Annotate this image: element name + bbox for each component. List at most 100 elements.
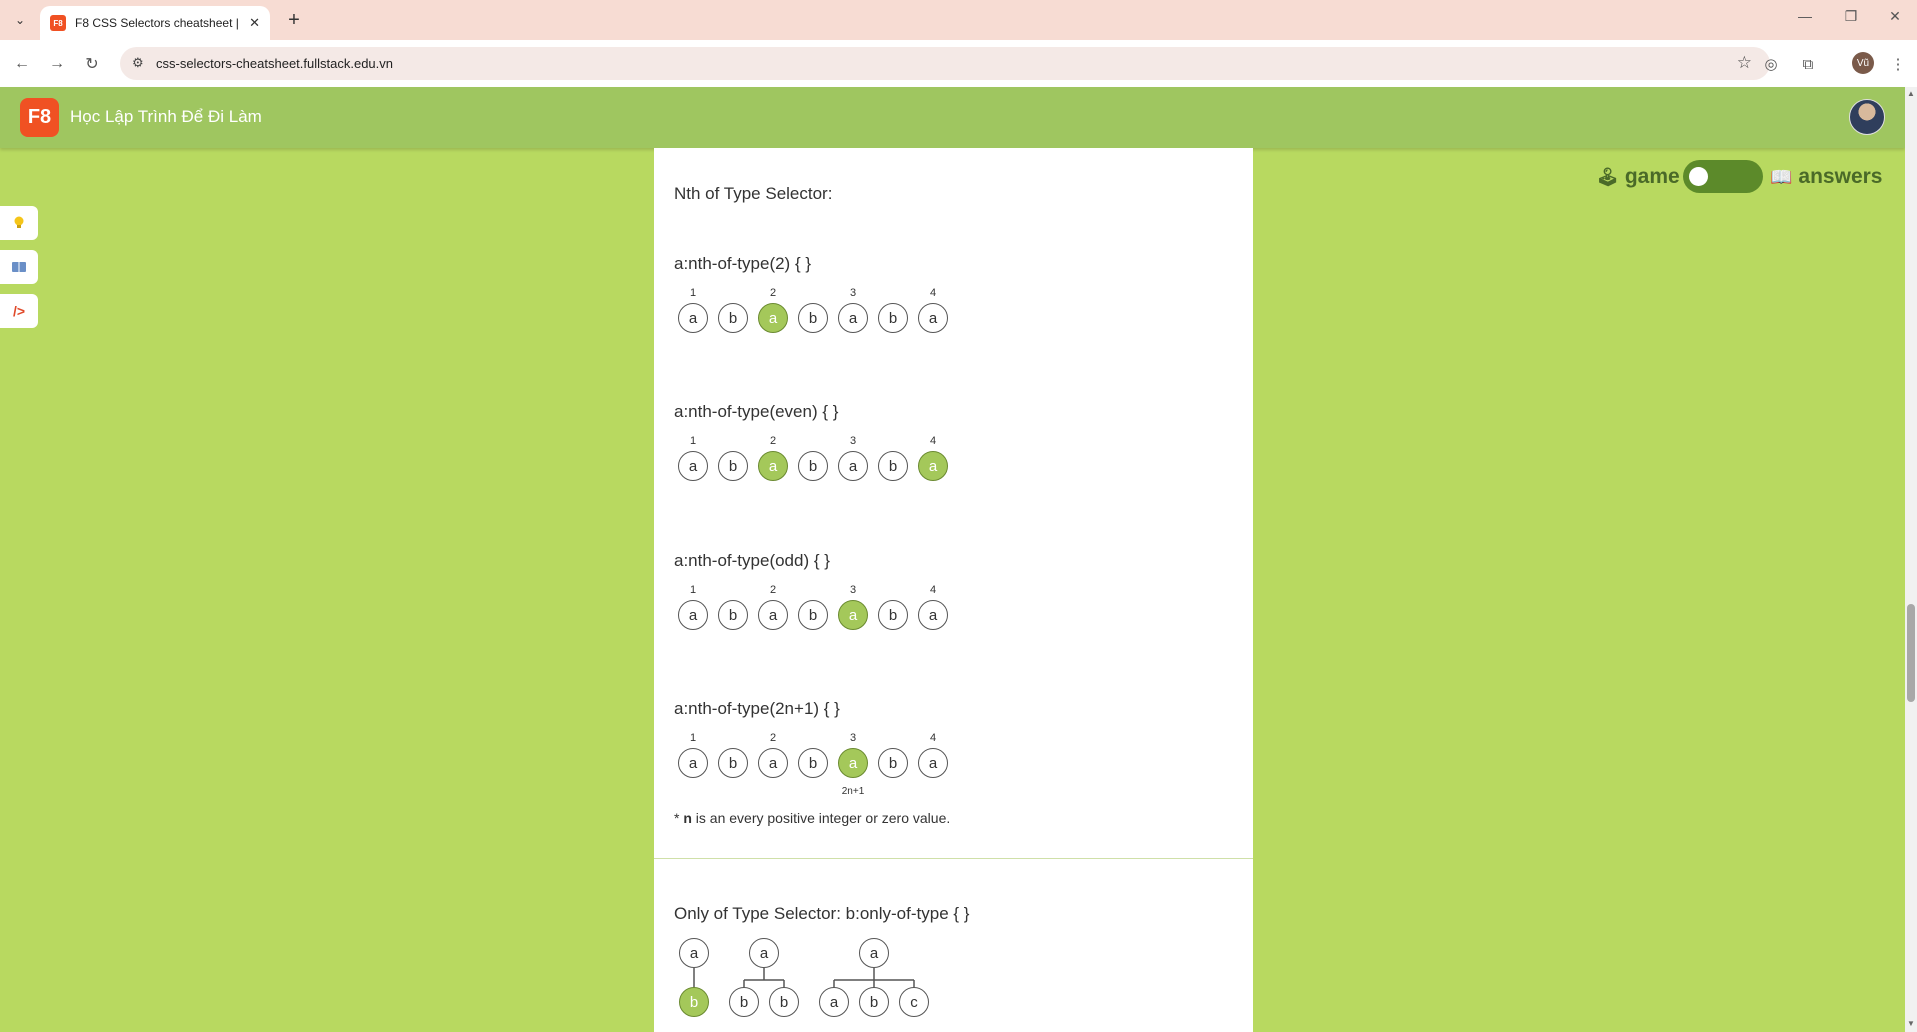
diagram-example-3: 1ab2ab3ab4a [678, 584, 948, 634]
element-node: a [838, 451, 868, 481]
page-scrollbar[interactable]: ▲ ▼ [1905, 87, 1917, 1032]
tree-node: c [899, 987, 929, 1017]
site-info-icon[interactable]: ⚙ [132, 55, 144, 71]
type-index-label: 2 [769, 732, 777, 744]
diagram-example-4: 1ab2ab3ab4a [678, 732, 948, 782]
scroll-thumb[interactable] [1907, 604, 1915, 702]
section-divider [654, 858, 1253, 859]
element-node-highlighted: a [758, 451, 788, 481]
new-tab-plus-icon[interactable]: + [282, 8, 306, 32]
type-index-label: 1 [689, 435, 697, 447]
element-node: b [878, 303, 908, 333]
element-node: a [678, 303, 708, 333]
section-heading-only-of-type: Only of Type Selector: b:only-of-type { … [674, 904, 970, 923]
tab-favicon-icon: F8 [50, 15, 66, 31]
browser-tab-bar: ⌄ F8 F8 CSS Selectors cheatsheet | F8 ✕ … [0, 0, 1917, 40]
type-index-label: 3 [849, 287, 857, 299]
element-node: b [878, 748, 908, 778]
back-arrow-icon[interactable]: ← [10, 52, 34, 76]
site-header: F8 Học Lập Trình Để Đi Làm [0, 87, 1905, 148]
element-node: b [798, 600, 828, 630]
element-node: a [678, 748, 708, 778]
site-brand-title[interactable]: Học Lập Trình Để Đi Làm [70, 107, 262, 127]
diagram-example-1: 1ab2ab3ab4a [678, 287, 948, 337]
element-node: b [878, 451, 908, 481]
browser-toolbar: ← → ↻ ⚙ css-selectors-cheatsheet.fullsta… [0, 40, 1917, 87]
selector-example-4: a:nth-of-type(2n+1) { } [674, 699, 840, 718]
reload-icon[interactable]: ↻ [80, 52, 104, 76]
element-node: b [798, 451, 828, 481]
tree-node: a [819, 987, 849, 1017]
footnote: * n is an every positive integer or zero… [674, 810, 951, 826]
extensions-puzzle-icon[interactable]: ⧉ [1796, 52, 1820, 76]
compass-icon[interactable]: ◎ [1759, 52, 1783, 76]
forward-arrow-icon[interactable]: → [45, 52, 69, 76]
element-node: a [758, 600, 788, 630]
type-index-label: 2 [769, 435, 777, 447]
restore-icon[interactable]: ❐ [1836, 8, 1866, 25]
only-of-type-trees: a b a b b a a b c [678, 938, 978, 1032]
answers-mode-label[interactable]: 📖 answers [1770, 160, 1882, 194]
joystick-icon: 🕹 [1596, 166, 1619, 187]
element-node: a [918, 600, 948, 630]
tree-node: b [859, 987, 889, 1017]
browser-tab[interactable]: F8 F8 CSS Selectors cheatsheet | F8 ✕ [40, 6, 270, 40]
browser-profile-avatar[interactable]: Vũ [1852, 52, 1874, 74]
url-text[interactable]: css-selectors-cheatsheet.fullstack.edu.v… [156, 56, 393, 71]
element-node-highlighted: a [758, 303, 788, 333]
selector-example-3: a:nth-of-type(odd) { } [674, 551, 830, 570]
type-index-label: 1 [689, 584, 697, 596]
scroll-up-arrow-icon[interactable]: ▲ [1907, 89, 1915, 98]
selector-example-1: a:nth-of-type(2) { } [674, 254, 812, 273]
type-index-label: 2 [769, 584, 777, 596]
element-node: a [918, 303, 948, 333]
element-node: b [798, 303, 828, 333]
game-mode-label[interactable]: 🕹 game [1596, 160, 1680, 194]
tree-node: b [729, 987, 759, 1017]
tab-search-chevron-icon[interactable]: ⌄ [8, 8, 32, 32]
tab-title: F8 CSS Selectors cheatsheet | F8 [75, 16, 243, 30]
element-node-highlighted: a [838, 600, 868, 630]
section-heading-nth-of-type: Nth of Type Selector: [674, 184, 833, 203]
type-index-label: 3 [849, 435, 857, 447]
tab-close-icon[interactable]: ✕ [249, 15, 260, 31]
mode-toggle-switch[interactable] [1683, 160, 1763, 193]
type-index-label: 2 [769, 287, 777, 299]
lightbulb-icon[interactable] [0, 206, 38, 240]
element-node: b [718, 600, 748, 630]
element-node: a [758, 748, 788, 778]
scroll-down-arrow-icon[interactable]: ▼ [1907, 1019, 1915, 1028]
f8-logo[interactable]: F8 [20, 98, 59, 137]
type-index-label: 4 [929, 435, 937, 447]
diagram-example-2: 1ab2ab3ab4a [678, 435, 948, 485]
type-index-label: 3 [849, 584, 857, 596]
tree-connectors [693, 968, 915, 1000]
element-node: a [678, 600, 708, 630]
toggle-knob [1689, 167, 1708, 186]
open-book-icon: 📖 [1770, 166, 1793, 187]
browser-menu-kebab-icon[interactable]: ⋮ [1886, 52, 1910, 76]
element-node-highlighted: a [838, 748, 868, 778]
element-node: b [798, 748, 828, 778]
address-bar[interactable]: ⚙ css-selectors-cheatsheet.fullstack.edu… [120, 47, 1770, 80]
element-node: b [718, 748, 748, 778]
type-index-label: 3 [849, 732, 857, 744]
element-node-highlighted: a [918, 451, 948, 481]
user-avatar[interactable] [1849, 99, 1885, 135]
element-node: a [918, 748, 948, 778]
type-index-label: 1 [689, 287, 697, 299]
type-index-label: 4 [929, 287, 937, 299]
code-icon[interactable]: /> [0, 294, 38, 328]
book-icon[interactable] [0, 250, 38, 284]
element-node: b [718, 451, 748, 481]
window-close-icon[interactable]: ✕ [1880, 8, 1910, 25]
element-node: b [718, 303, 748, 333]
type-index-label: 1 [689, 732, 697, 744]
tree-node: a [859, 938, 889, 968]
cheatsheet-panel: Nth of Type Selector: a:nth-of-type(2) {… [654, 148, 1253, 1032]
formula-label: 2n+1 [841, 786, 865, 797]
type-index-label: 4 [929, 732, 937, 744]
bookmark-star-icon[interactable]: ☆ [1737, 53, 1752, 73]
minimize-icon[interactable]: — [1790, 8, 1820, 24]
tree-node-highlighted: b [679, 987, 709, 1017]
